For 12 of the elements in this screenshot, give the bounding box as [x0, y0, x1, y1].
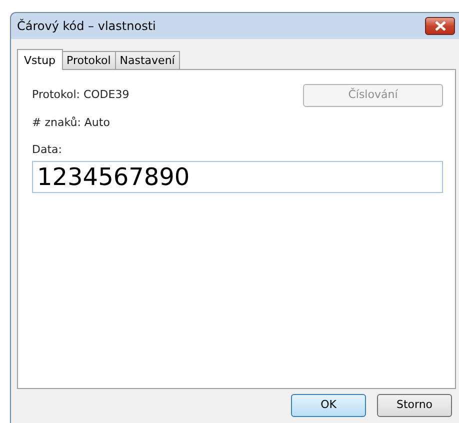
tab[interactable]: Vstup: [17, 49, 63, 70]
close-icon: [434, 21, 446, 31]
tab[interactable]: Nastavení: [114, 51, 180, 69]
close-button[interactable]: [425, 17, 455, 35]
window-title: Čárový kód – vlastnosti: [17, 18, 157, 35]
data-input-field[interactable]: 1234567890: [32, 161, 443, 194]
ok-button[interactable]: OK: [291, 394, 366, 417]
char-count-text: # znaků: Auto: [32, 114, 111, 130]
protocol-text: Protokol: CODE39: [32, 87, 130, 103]
data-label: Data:: [32, 142, 62, 158]
cancel-button[interactable]: Storno: [377, 394, 452, 417]
tab[interactable]: Protokol: [62, 51, 116, 69]
